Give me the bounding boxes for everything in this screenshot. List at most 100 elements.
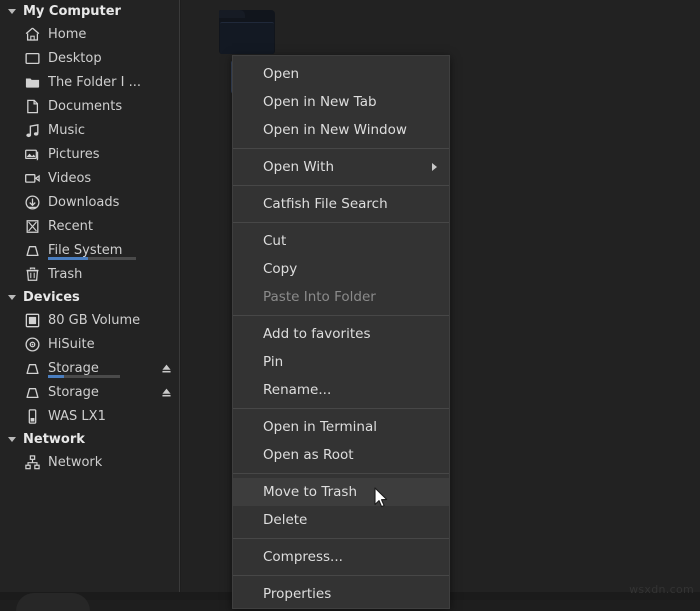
sidebar-item-downloads[interactable]: Downloads bbox=[0, 190, 179, 214]
menu-item-catfish-file-search[interactable]: Catfish File Search bbox=[233, 190, 449, 218]
sidebar-item-label: Documents bbox=[48, 99, 122, 114]
menu-separator bbox=[233, 538, 449, 539]
chevron-down-icon[interactable] bbox=[8, 9, 16, 14]
menu-item-label: Open in New Tab bbox=[263, 94, 377, 110]
menu-item-add-to-favorites[interactable]: Add to favorites bbox=[233, 320, 449, 348]
sidebar-item-music[interactable]: Music bbox=[0, 118, 179, 142]
menu-item-open[interactable]: Open bbox=[233, 60, 449, 88]
menu-separator bbox=[233, 185, 449, 186]
menu-item-label: Compress... bbox=[263, 549, 343, 565]
menu-item-label: Delete bbox=[263, 512, 307, 528]
menu-item-move-to-trash[interactable]: Move to Trash bbox=[233, 478, 449, 506]
sidebar-item-hisuite[interactable]: HiSuite bbox=[0, 332, 179, 356]
sidebar-item-label: Downloads bbox=[48, 195, 119, 210]
sidebar-item-was-lx1[interactable]: WAS LX1 bbox=[0, 404, 179, 428]
menu-separator bbox=[233, 148, 449, 149]
sidebar-item-documents[interactable]: Documents bbox=[0, 94, 179, 118]
network-icon bbox=[24, 454, 41, 471]
sidebar-item-storage[interactable]: Storage bbox=[0, 380, 179, 404]
menu-item-cut[interactable]: Cut bbox=[233, 227, 449, 255]
sidebar-item-label: HiSuite bbox=[48, 337, 95, 352]
optical-disc-icon bbox=[24, 336, 41, 353]
eject-icon[interactable] bbox=[160, 362, 173, 375]
menu-item-open-with[interactable]: Open With bbox=[233, 153, 449, 181]
menu-item-rename[interactable]: Rename... bbox=[233, 376, 449, 404]
menu-separator bbox=[233, 315, 449, 316]
sidebar-item-label: WAS LX1 bbox=[48, 409, 106, 424]
chevron-down-icon[interactable] bbox=[8, 437, 16, 442]
sidebar-item-the-folder-i[interactable]: The Folder I ... bbox=[0, 70, 179, 94]
menu-item-compress[interactable]: Compress... bbox=[233, 543, 449, 571]
menu-separator bbox=[233, 575, 449, 576]
context-menu[interactable]: Open Open in New Tab Open in New Window Ope… bbox=[232, 55, 450, 609]
drive-icon bbox=[24, 242, 41, 259]
folder-icon bbox=[24, 74, 41, 91]
menu-item-label: Catfish File Search bbox=[263, 196, 388, 212]
menu-item-open-in-new-window[interactable]: Open in New Window bbox=[233, 116, 449, 144]
sidebar-item-label: Pictures bbox=[48, 147, 99, 162]
folder-icon bbox=[219, 10, 275, 56]
sidebar-group-label: Network bbox=[23, 432, 85, 447]
sidebar-item-file-system[interactable]: File System bbox=[0, 238, 179, 262]
download-arrow-icon bbox=[24, 194, 41, 211]
desktop-icon bbox=[24, 50, 41, 67]
sidebar-item-label: The Folder I ... bbox=[48, 75, 141, 90]
sidebar-item-80-gb-volume[interactable]: 80 GB Volume bbox=[0, 308, 179, 332]
menu-separator bbox=[233, 408, 449, 409]
sidebar-item-label: Home bbox=[48, 27, 86, 42]
menu-item-label: Open in New Window bbox=[263, 122, 407, 138]
watermark: wsxdn.com bbox=[629, 583, 694, 596]
menu-item-label: Open With bbox=[263, 159, 334, 175]
menu-separator bbox=[233, 473, 449, 474]
drive-icon bbox=[24, 360, 41, 377]
sidebar-item-pictures[interactable]: Pictures bbox=[0, 142, 179, 166]
sidebar[interactable]: My Computer Home Desktop The Folder I ... Do… bbox=[0, 0, 180, 592]
hourglass-icon bbox=[24, 218, 41, 235]
sidebar-item-label: Storage bbox=[48, 385, 99, 400]
menu-item-paste-into-folder: Paste Into Folder bbox=[233, 283, 449, 311]
menu-item-open-as-root[interactable]: Open as Root bbox=[233, 441, 449, 469]
sidebar-item-label: Trash bbox=[48, 267, 82, 282]
sidebar-item-desktop[interactable]: Desktop bbox=[0, 46, 179, 70]
sidebar-item-home[interactable]: Home bbox=[0, 22, 179, 46]
menu-item-label: Copy bbox=[263, 261, 297, 277]
menu-item-label: Open in Terminal bbox=[263, 419, 377, 435]
menu-item-open-in-terminal[interactable]: Open in Terminal bbox=[233, 413, 449, 441]
menu-item-copy[interactable]: Copy bbox=[233, 255, 449, 283]
chevron-down-icon[interactable] bbox=[8, 295, 16, 300]
menu-item-delete[interactable]: Delete bbox=[233, 506, 449, 534]
menu-item-label: Paste Into Folder bbox=[263, 289, 376, 305]
sidebar-item-label: Music bbox=[48, 123, 85, 138]
panel-launcher-bump[interactable] bbox=[16, 593, 90, 611]
sidebar-item-label: Desktop bbox=[48, 51, 102, 66]
menu-item-pin[interactable]: Pin bbox=[233, 348, 449, 376]
sidebar-group-my-computer[interactable]: My Computer bbox=[0, 0, 179, 22]
sidebar-item-recent[interactable]: Recent bbox=[0, 214, 179, 238]
menu-item-label: Open bbox=[263, 66, 299, 82]
sidebar-item-label: 80 GB Volume bbox=[48, 313, 140, 328]
sidebar-group-devices[interactable]: Devices bbox=[0, 286, 179, 308]
sidebar-item-network[interactable]: Network bbox=[0, 450, 179, 474]
sidebar-item-storage[interactable]: Storage bbox=[0, 356, 179, 380]
menu-item-properties[interactable]: Properties bbox=[233, 580, 449, 608]
sidebar-item-trash[interactable]: Trash bbox=[0, 262, 179, 286]
menu-item-label: Pin bbox=[263, 354, 283, 370]
sidebar-group-label: Devices bbox=[23, 290, 80, 305]
sidebar-item-label: Storage bbox=[48, 361, 99, 376]
sidebar-group-network[interactable]: Network bbox=[0, 428, 179, 450]
capacity-bar-fill bbox=[48, 375, 64, 378]
menu-item-open-in-new-tab[interactable]: Open in New Tab bbox=[233, 88, 449, 116]
capacity-bar bbox=[48, 257, 136, 260]
eject-icon[interactable] bbox=[160, 386, 173, 399]
sidebar-group-label: My Computer bbox=[23, 4, 121, 19]
menu-item-label: Rename... bbox=[263, 382, 331, 398]
menu-item-label: Move to Trash bbox=[263, 484, 357, 500]
sidebar-item-label: Network bbox=[48, 455, 102, 470]
capacity-bar-fill bbox=[48, 257, 88, 260]
sidebar-item-videos[interactable]: Videos bbox=[0, 166, 179, 190]
sidebar-item-label: Recent bbox=[48, 219, 93, 234]
sidebar-item-label: File System bbox=[48, 243, 122, 258]
menu-item-label: Cut bbox=[263, 233, 286, 249]
volume-icon bbox=[24, 312, 41, 329]
menu-item-label: Add to favorites bbox=[263, 326, 370, 342]
